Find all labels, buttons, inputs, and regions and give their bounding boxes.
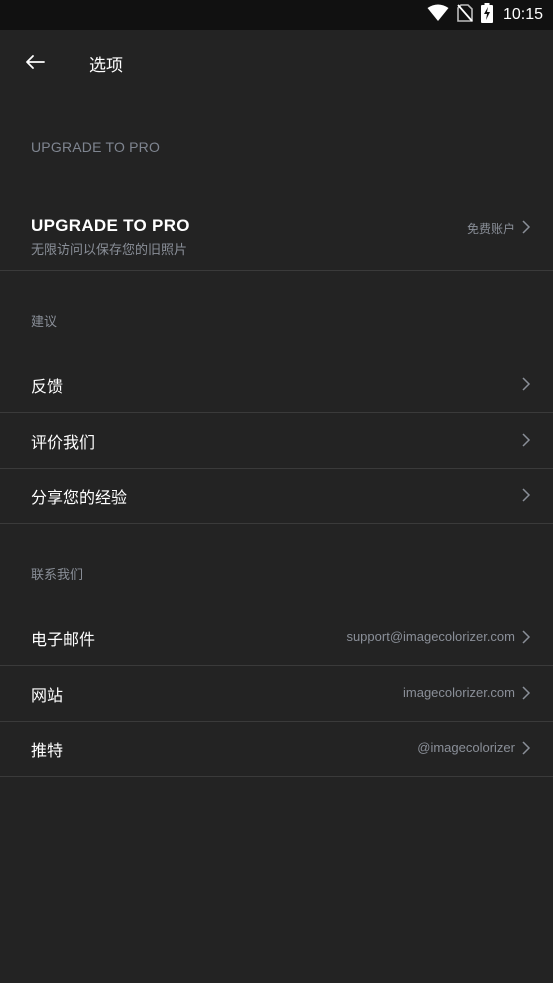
status-icons: 10:15 bbox=[427, 0, 543, 30]
twitter-handle: @imagecolorizer bbox=[417, 740, 515, 755]
list-item-label: 评价我们 bbox=[31, 433, 96, 452]
upgrade-title: UPGRADE TO PRO bbox=[31, 216, 190, 235]
list-item-label: 网站 bbox=[31, 686, 64, 705]
page-title: 选项 bbox=[89, 56, 123, 76]
list-item-share-experience[interactable]: 分享您的经验 bbox=[0, 468, 553, 524]
upgrade-to-pro-item[interactable]: UPGRADE TO PRO 无限访问以保存您的旧照片 免费账户 bbox=[0, 200, 553, 271]
status-time: 10:15 bbox=[502, 6, 543, 23]
wifi-icon bbox=[427, 4, 449, 26]
list-item-twitter[interactable]: 推特 @imagecolorizer bbox=[0, 721, 553, 777]
battery-charging-icon bbox=[480, 3, 493, 27]
chevron-right-icon bbox=[521, 432, 531, 448]
arrow-left-icon bbox=[25, 54, 45, 74]
chevron-right-icon bbox=[521, 219, 531, 235]
account-status: 免费账户 bbox=[466, 222, 515, 236]
list-item-label: 反馈 bbox=[31, 377, 64, 396]
list-item-website[interactable]: 网站 imagecolorizer.com bbox=[0, 666, 553, 722]
chevron-right-icon bbox=[521, 376, 531, 392]
website-value: imagecolorizer.com bbox=[403, 685, 515, 700]
no-sim-icon bbox=[457, 4, 473, 26]
section-header-upgrade: UPGRADE TO PRO bbox=[31, 139, 161, 155]
chevron-right-icon bbox=[521, 685, 531, 701]
list-item-rate-us[interactable]: 评价我们 bbox=[0, 413, 553, 469]
list-item-label: 推特 bbox=[31, 741, 64, 760]
status-bar: 10:15 bbox=[0, 0, 553, 30]
list-item-label: 分享您的经验 bbox=[31, 488, 128, 507]
chevron-right-icon bbox=[521, 487, 531, 503]
list-item-label: 电子邮件 bbox=[31, 630, 96, 649]
email-value: support@imagecolorizer.com bbox=[346, 629, 515, 644]
app-bar: 选项 bbox=[0, 30, 553, 98]
list-item-email[interactable]: 电子邮件 support@imagecolorizer.com bbox=[0, 610, 553, 666]
upgrade-subtitle: 无限访问以保存您的旧照片 bbox=[31, 243, 188, 258]
back-button[interactable] bbox=[22, 52, 48, 76]
section-header-contact: 联系我们 bbox=[31, 568, 84, 583]
list-item-feedback[interactable]: 反馈 bbox=[0, 357, 553, 413]
section-header-suggestions: 建议 bbox=[31, 315, 58, 330]
chevron-right-icon bbox=[521, 629, 531, 645]
chevron-right-icon bbox=[521, 740, 531, 756]
